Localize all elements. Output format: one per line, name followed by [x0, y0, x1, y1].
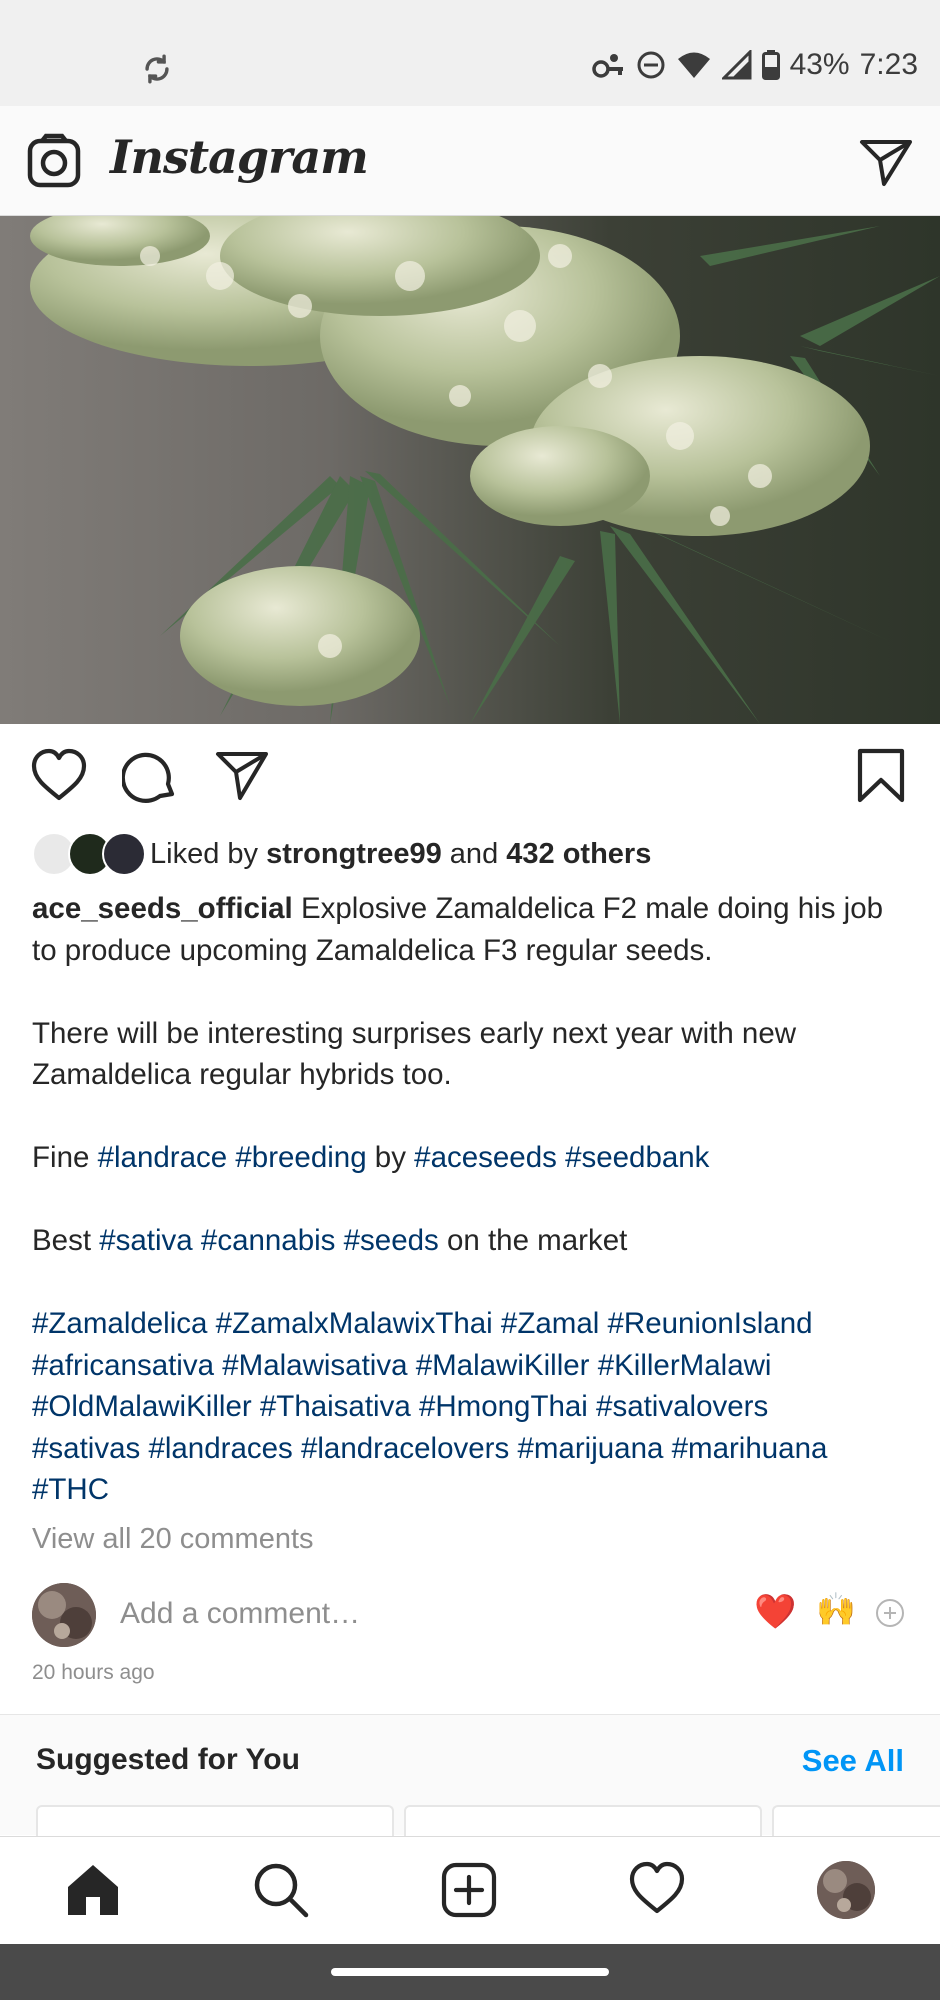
hashtag[interactable]: #THC — [32, 1473, 109, 1506]
app-header: Instagram — [0, 106, 940, 216]
status-bar: 43% 7:23 — [0, 0, 940, 106]
likes-summary[interactable]: Liked by strongtree99 and 432 others — [32, 828, 651, 880]
system-gesture-bar — [0, 1944, 940, 2000]
see-all-link[interactable]: See All — [802, 1743, 904, 1779]
post-actions — [0, 724, 940, 834]
avatar — [102, 832, 146, 876]
hashtag[interactable]: #Malawisativa — [222, 1349, 407, 1382]
hashtag[interactable]: #Thaisativa — [260, 1390, 411, 1423]
clock: 7:23 — [859, 48, 918, 81]
comment-input[interactable]: Add a comment… — [120, 1597, 360, 1631]
key-icon — [591, 50, 626, 80]
home-gesture-handle[interactable] — [331, 1968, 609, 1976]
hashtag[interactable]: #KillerMalawi — [598, 1349, 772, 1382]
hashtag[interactable]: #aceseeds — [414, 1141, 557, 1174]
activity-icon[interactable] — [628, 1861, 686, 1922]
hashtag[interactable]: #sativas — [32, 1432, 140, 1465]
liked-by-user[interactable]: strongtree99 — [266, 838, 442, 870]
add-post-icon[interactable] — [440, 1861, 498, 1924]
search-icon[interactable] — [252, 1861, 310, 1924]
view-all-comments-link[interactable]: View all 20 comments — [32, 1523, 314, 1556]
suggested-for-you: Suggested for You See All — [0, 1715, 940, 1865]
hashtag[interactable]: #OldMalawiKiller — [32, 1390, 252, 1423]
profile-avatar[interactable] — [817, 1861, 875, 1919]
hashtag[interactable]: #breeding — [235, 1141, 366, 1174]
hashtag[interactable]: #ReunionIsland — [608, 1307, 813, 1340]
post-photo[interactable] — [0, 216, 940, 724]
sync-icon — [140, 52, 174, 91]
post-caption: ace_seeds_official Explosive Zamaldelica… — [32, 892, 892, 1506]
hashtag[interactable]: #seeds — [344, 1224, 439, 1257]
camera-icon[interactable] — [26, 133, 82, 194]
status-indicators: 43% 7:23 — [591, 48, 918, 82]
comment-icon[interactable] — [120, 748, 178, 809]
quick-reaction-raised-hands[interactable]: 🙌 — [816, 1593, 856, 1625]
suggested-title: Suggested for You — [36, 1743, 300, 1776]
hashtag[interactable]: #landraces — [148, 1432, 292, 1465]
signal-icon — [721, 50, 752, 80]
hashtag[interactable]: #landracelovers — [301, 1432, 509, 1465]
quick-reaction-heart[interactable]: ❤️ — [754, 1595, 796, 1629]
app-logo: Instagram — [110, 130, 369, 184]
hashtag[interactable]: #africansativa — [32, 1349, 214, 1382]
like-icon[interactable] — [30, 748, 88, 809]
likes-others[interactable]: 432 others — [506, 838, 651, 870]
hashtag[interactable]: #ZamalxMalawixThai — [216, 1307, 493, 1340]
liker-avatars — [32, 832, 150, 876]
caption-username[interactable]: ace_seeds_official — [32, 892, 293, 925]
hashtag[interactable]: #MalawiKiller — [416, 1349, 590, 1382]
battery-percent: 43% — [789, 48, 850, 81]
wifi-icon — [676, 50, 712, 80]
direct-message-icon[interactable] — [858, 134, 914, 195]
hashtag[interactable]: #HmongThai — [419, 1390, 588, 1423]
hashtag[interactable]: #Zamaldelica — [32, 1307, 207, 1340]
avatar — [32, 1583, 96, 1647]
hashtag[interactable]: #seedbank — [565, 1141, 709, 1174]
do-not-disturb-icon — [636, 50, 666, 80]
hashtag[interactable]: #cannabis — [201, 1224, 336, 1257]
save-bookmark-icon[interactable] — [856, 748, 906, 809]
share-icon[interactable] — [214, 748, 270, 809]
hashtag[interactable]: #sativalovers — [596, 1390, 768, 1423]
hashtag[interactable]: #landrace — [98, 1141, 228, 1174]
post-timestamp: 20 hours ago — [32, 1661, 155, 1684]
hashtag[interactable]: #Zamal — [501, 1307, 599, 1340]
hashtag[interactable]: #marihuana — [672, 1432, 828, 1465]
battery-icon — [761, 50, 780, 80]
add-comment-row: Add a comment… ❤️ 🙌 — [32, 1583, 912, 1647]
caption-text: There will be interesting surprises earl… — [32, 1016, 805, 1092]
home-icon[interactable] — [64, 1861, 122, 1924]
hashtag[interactable]: #marijuana — [517, 1432, 663, 1465]
bottom-navigation — [0, 1836, 940, 1944]
likes-text: Liked by strongtree99 and 432 others — [150, 837, 652, 870]
hashtag[interactable]: #sativa — [99, 1224, 192, 1257]
add-reaction-icon[interactable] — [874, 1597, 906, 1634]
